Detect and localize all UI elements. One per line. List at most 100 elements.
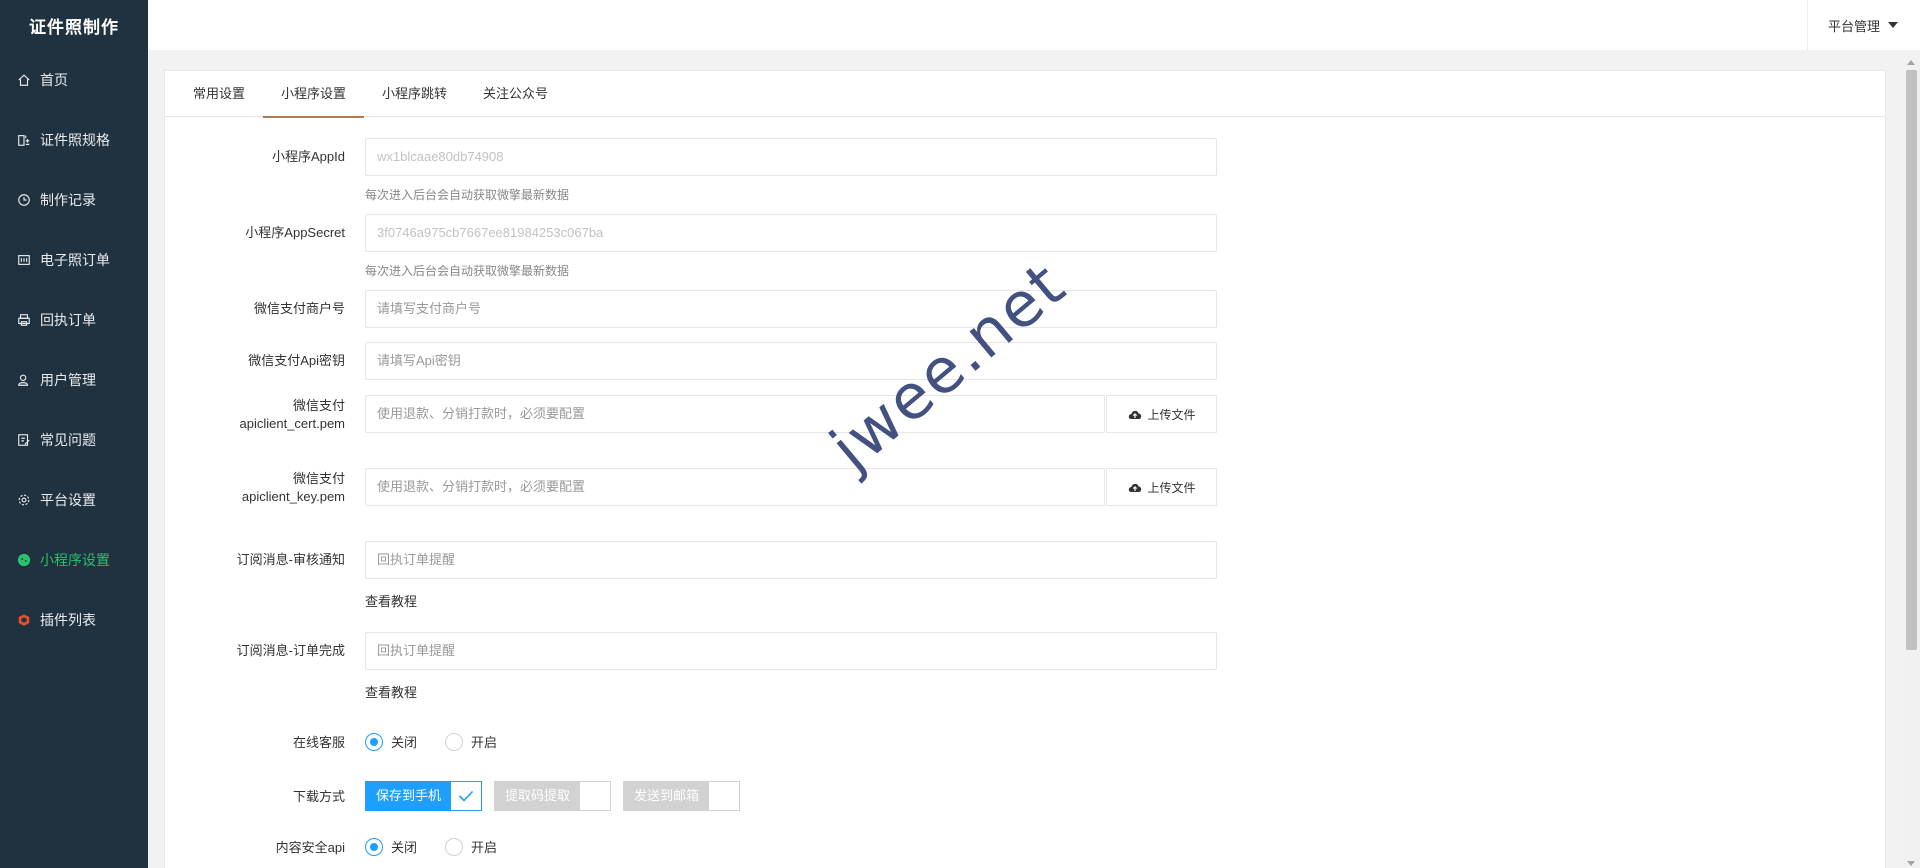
page-scrollbar[interactable]: [1903, 58, 1920, 868]
sidebar-item-label: 电子照订单: [40, 252, 110, 268]
content-security-radio-group: 关闭 开启: [365, 837, 525, 856]
check-label: 提取码提取: [495, 782, 581, 810]
scroll-down-icon[interactable]: [1907, 861, 1915, 866]
tab-common-settings[interactable]: 常用设置: [175, 71, 263, 117]
sidebar: 证件照制作 首页 证件照规格 制作记录 电子照订单 回执订单 用户管理 常见问题: [0, 0, 148, 868]
tab-miniprogram-settings[interactable]: 小程序设置: [263, 71, 365, 118]
check-label: 保存到手机: [366, 782, 452, 810]
sidebar-item-label: 常见问题: [40, 432, 96, 448]
sub-audit-tutorial-link[interactable]: 查看教程: [365, 591, 417, 610]
home-icon: [16, 72, 32, 88]
api-key-label: 微信支付Api密钥: [248, 353, 345, 368]
cloud-upload-icon: [1129, 483, 1142, 492]
radio-label: 关闭: [391, 840, 418, 855]
check-label: 发送到邮箱: [624, 782, 710, 810]
sidebar-item-label: 插件列表: [40, 612, 96, 628]
wechat-icon: [16, 552, 32, 568]
cert-label: 微信支付 apiclient_cert.pem: [175, 397, 346, 433]
sidebar-item-label: 小程序设置: [40, 552, 110, 568]
sidebar-item-faq[interactable]: 常见问题: [0, 410, 148, 470]
cert-label-line1: 微信支付: [292, 398, 345, 413]
content-security-label: 内容安全api: [275, 840, 345, 855]
check-box: [580, 782, 611, 810]
cert-upload-button[interactable]: 上传文件: [1106, 395, 1217, 433]
online-service-label: 在线客服: [292, 735, 345, 750]
sidebar-item-users[interactable]: 用户管理: [0, 350, 148, 410]
user-icon: [16, 372, 32, 388]
sub-done-field[interactable]: 回执订单提醒: [365, 632, 1217, 670]
sub-audit-field[interactable]: 回执订单提醒: [365, 541, 1217, 579]
tab-miniprogram-jump[interactable]: 小程序跳转: [364, 71, 465, 117]
check-box: [709, 782, 740, 810]
platform-menu-label: 平台管理: [1827, 18, 1880, 34]
sidebar-item-label: 证件照规格: [40, 132, 110, 148]
app-title: 证件照制作: [29, 17, 119, 37]
appsecret-hint: 每次进入后台会自动获取微擎最新数据: [365, 264, 570, 278]
online-service-off-radio[interactable]: 关闭: [365, 732, 417, 751]
mch-id-field[interactable]: 请填写支付商户号: [365, 290, 1217, 328]
clock-icon: [16, 192, 32, 208]
download-option-send-email[interactable]: 发送到邮箱: [623, 781, 741, 811]
cert-field[interactable]: 使用退款、分销打款时，必须要配置: [365, 395, 1105, 433]
radio-label: 关闭: [391, 735, 418, 750]
download-option-save-phone[interactable]: 保存到手机: [365, 781, 483, 811]
sub-done-tutorial-link[interactable]: 查看教程: [365, 682, 417, 701]
cert-label-line2: apiclient_cert.pem: [239, 416, 346, 431]
sub-done-label: 订阅消息-订单完成: [236, 643, 345, 658]
printer-icon: [16, 312, 32, 328]
radio-checked-icon: [365, 732, 383, 751]
sidebar-item-plugins[interactable]: 插件列表: [0, 590, 148, 650]
download-option-extract-code[interactable]: 提取码提取: [494, 781, 612, 811]
tab-bar: 常用设置 小程序设置 小程序跳转 关注公众号: [165, 71, 1885, 118]
online-service-on-radio[interactable]: 开启: [445, 732, 497, 751]
sidebar-item-label: 首页: [40, 72, 68, 88]
plugin-icon: [16, 612, 32, 628]
sidebar-item-receipt-orders[interactable]: 回执订单: [0, 290, 148, 350]
online-service-radio-group: 关闭 开启: [365, 732, 525, 751]
sidebar-item-spec[interactable]: 证件照规格: [0, 110, 148, 170]
appid-label: 小程序AppId: [272, 149, 345, 164]
settings-card: 常用设置 小程序设置 小程序跳转 关注公众号 小程序AppId wx1blcaa…: [164, 70, 1886, 868]
content-security-on-radio[interactable]: 开启: [445, 837, 497, 856]
cert-upload-label: 上传文件: [1147, 407, 1196, 422]
appsecret-field[interactable]: 3f0746a975cb7667ee81984253c067ba: [365, 214, 1217, 252]
radio-unchecked-icon: [445, 732, 464, 751]
platform-menu[interactable]: 平台管理: [1806, 0, 1920, 50]
sidebar-item-label: 用户管理: [40, 372, 96, 388]
key-label-line1: 微信支付: [292, 471, 345, 486]
sidebar-item-e-orders[interactable]: 电子照订单: [0, 230, 148, 290]
scrollbar-thumb[interactable]: [1906, 70, 1917, 650]
radio-checked-icon: [365, 837, 383, 856]
caret-down-icon: [1888, 22, 1898, 28]
sidebar-nav: 首页 证件照规格 制作记录 电子照订单 回执订单 用户管理 常见问题 平台设置: [0, 50, 148, 650]
scroll-up-icon[interactable]: [1907, 60, 1915, 65]
cloud-upload-icon: [1129, 410, 1142, 419]
sidebar-item-miniprogram-settings[interactable]: 小程序设置: [0, 530, 148, 590]
appsecret-label: 小程序AppSecret: [245, 225, 345, 240]
api-key-field[interactable]: 请填写Api密钥: [365, 342, 1217, 380]
content-security-off-radio[interactable]: 关闭: [365, 837, 417, 856]
radio-label: 开启: [471, 735, 498, 750]
key-field[interactable]: 使用退款、分销打款时，必须要配置: [365, 468, 1105, 506]
mch-id-label: 微信支付商户号: [253, 301, 345, 316]
appid-field[interactable]: wx1blcaae80db74908: [365, 138, 1217, 176]
sidebar-item-home[interactable]: 首页: [0, 50, 148, 110]
edit-icon: [16, 432, 32, 448]
key-upload-button[interactable]: 上传文件: [1106, 468, 1217, 506]
download-label: 下载方式: [292, 789, 345, 804]
tab-follow-account[interactable]: 关注公众号: [465, 71, 566, 117]
radio-label: 开启: [471, 840, 498, 855]
sidebar-item-label: 回执订单: [40, 312, 96, 328]
key-label: 微信支付 apiclient_key.pem: [175, 470, 345, 506]
sidebar-item-records[interactable]: 制作记录: [0, 170, 148, 230]
key-label-line2: apiclient_key.pem: [241, 489, 345, 504]
appid-hint: 每次进入后台会自动获取微擎最新数据: [365, 188, 570, 202]
gear-icon: [16, 492, 32, 508]
sub-audit-label: 订阅消息-审核通知: [236, 552, 345, 567]
key-upload-label: 上传文件: [1147, 480, 1196, 495]
sidebar-item-platform-settings[interactable]: 平台设置: [0, 470, 148, 530]
download-options: 保存到手机 提取码提取 发送到邮箱: [365, 781, 752, 811]
sidebar-item-label: 制作记录: [40, 192, 96, 208]
check-icon: [451, 782, 482, 810]
radio-unchecked-icon: [445, 837, 464, 856]
